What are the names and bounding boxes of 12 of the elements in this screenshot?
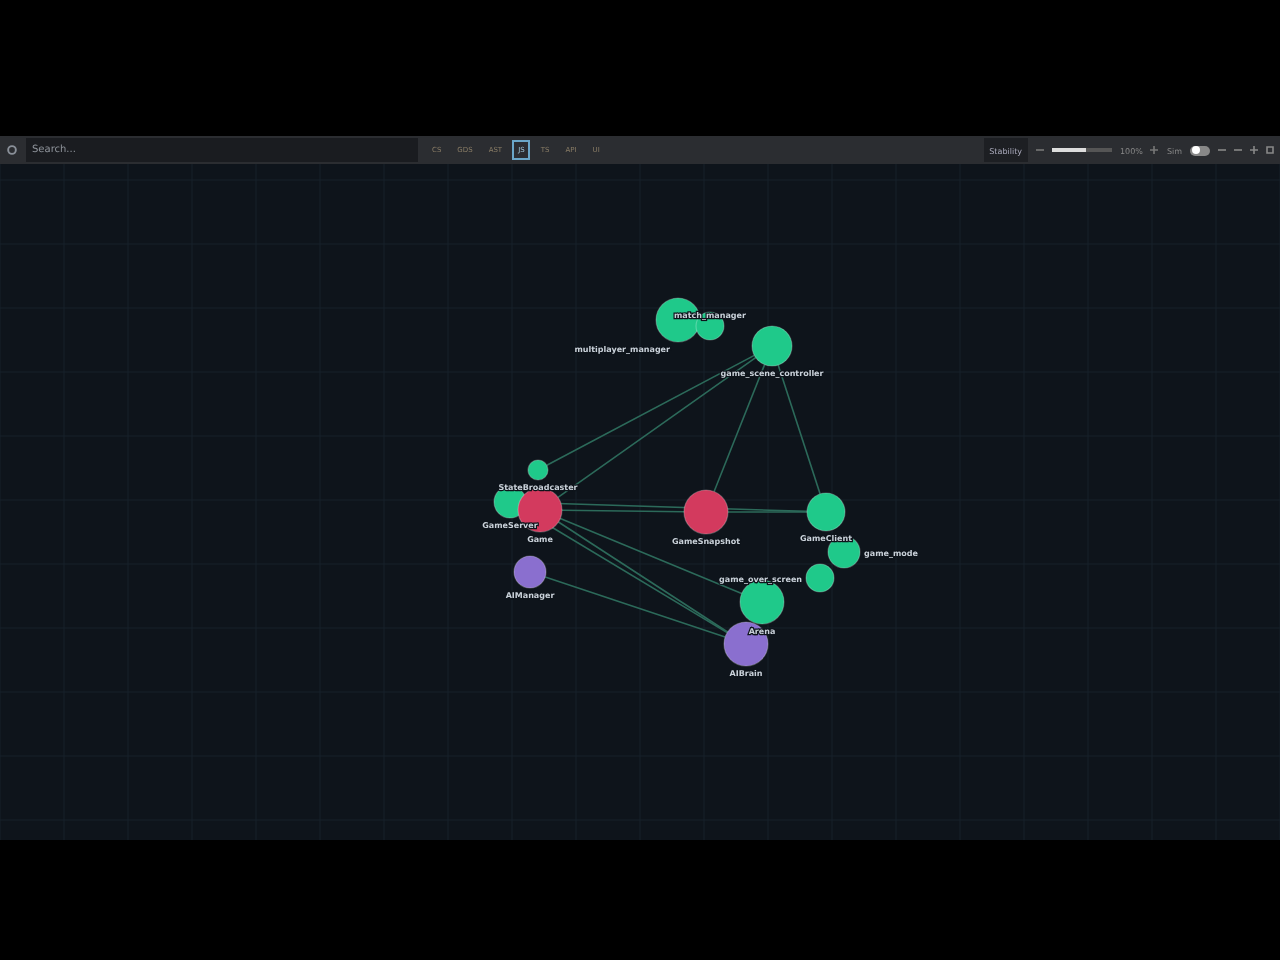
graph-node[interactable] [751,325,793,367]
square-icon[interactable] [1266,146,1274,154]
zoom-in-icon[interactable] [1150,146,1159,154]
zoom-out-icon[interactable] [1036,146,1045,154]
sim-toggle[interactable] [1190,145,1210,155]
plus-icon[interactable] [1250,146,1258,154]
graph-node[interactable] [806,492,846,532]
settings-icon[interactable] [6,144,18,156]
graph-node[interactable] [683,489,729,535]
graph-node[interactable] [805,563,835,593]
graph-node[interactable] [513,555,547,589]
graph-node[interactable] [527,459,549,481]
